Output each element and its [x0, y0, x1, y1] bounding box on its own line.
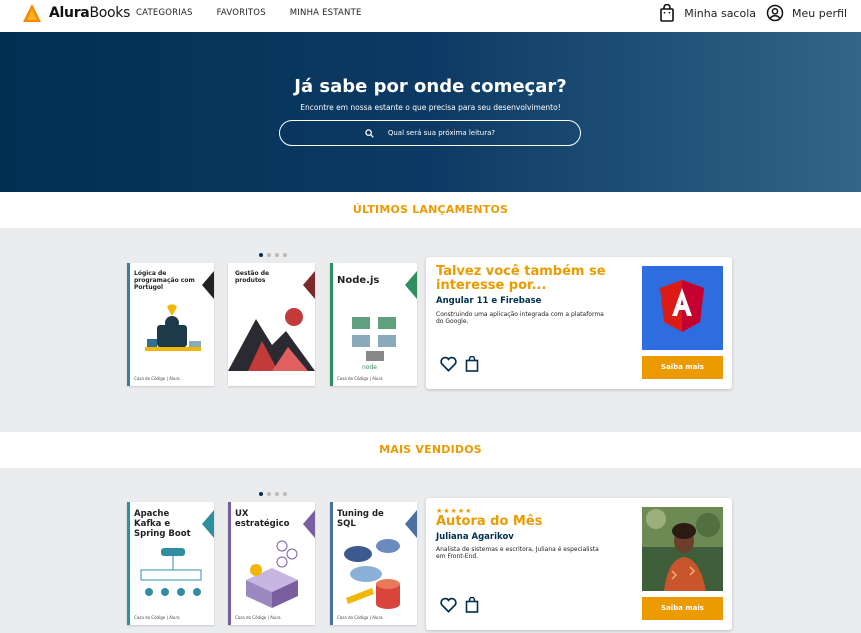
recommendation-card: Talvez você também se interesse por... A…: [426, 257, 732, 389]
heart-icon[interactable]: [440, 356, 457, 372]
main-nav: CATEGORIAS FAVORITOS MINHA ESTANTE: [136, 8, 386, 18]
svg-text:node: node: [362, 364, 377, 371]
book-brand: Casa do Código | Alura: [337, 376, 383, 381]
angular-book-image: [642, 266, 723, 350]
search-icon: [365, 128, 374, 138]
card-author-name: Juliana Agarikov: [436, 532, 514, 542]
card-title: Talvez você também se interesse por...: [436, 264, 606, 293]
book-cover-logica[interactable]: Lógica de programação com Portugol Casa …: [127, 263, 214, 386]
card-book-title: Angular 11 e Firebase: [436, 296, 542, 306]
isometric-illustration-icon: [246, 540, 298, 608]
nav-favoritos[interactable]: FAVORITOS: [217, 8, 266, 18]
carousel-dot[interactable]: [275, 253, 279, 257]
book-spine: [127, 263, 130, 386]
carousel-dot[interactable]: [259, 492, 263, 496]
carousel-dot[interactable]: [283, 253, 287, 257]
section-title-mais-vendidos: MAIS VENDIDOS: [0, 432, 861, 468]
profile-label[interactable]: Meu perfil: [792, 7, 847, 20]
card-title: Autora do Mês: [436, 514, 543, 529]
carousel-dots: [259, 492, 291, 496]
book-title: Node.js: [337, 275, 380, 286]
programmer-illustration-icon: [145, 304, 201, 351]
search-input[interactable]: Qual será sua próxima leitura?: [279, 120, 581, 146]
corner-ribbon-icon: [202, 271, 214, 299]
nav-minha-estante[interactable]: MINHA ESTANTE: [290, 8, 362, 18]
book-brand: Casa do Código | Alura: [337, 615, 383, 620]
section-mais-vendidos: Apache Kafka e Spring Boot Casa do Códig…: [0, 468, 861, 633]
book-cover-gestao[interactable]: Gestão de produtos Casa do Código | Alur…: [228, 263, 315, 386]
carousel-dot[interactable]: [283, 492, 287, 496]
book-title: Apache Kafka e Spring Boot: [134, 509, 191, 539]
saiba-mais-button[interactable]: Saiba mais: [642, 356, 723, 379]
carousel-dot[interactable]: [259, 253, 263, 257]
book-title: UX estratégico: [235, 509, 290, 529]
corner-ribbon-icon: [303, 271, 315, 299]
profile-icon[interactable]: [766, 4, 784, 22]
book-brand: Casa do Código | Alura: [134, 376, 180, 381]
saiba-mais-button[interactable]: Saiba mais: [642, 597, 723, 620]
heart-icon[interactable]: [440, 597, 457, 613]
card-description: Analista de sistemas e escritora, Julian…: [436, 546, 599, 561]
book-cover-kafka[interactable]: Apache Kafka e Spring Boot Casa do Códig…: [127, 502, 214, 625]
carousel-dots: [259, 253, 291, 257]
book-title: Lógica de programação com Portugol: [134, 270, 195, 291]
corner-ribbon-icon: [202, 510, 214, 538]
logo[interactable]: AluraBooks: [22, 3, 130, 23]
book-cover-ux[interactable]: UX estratégico Casa do Código | Alura: [228, 502, 315, 625]
logo-text: AluraBooks: [49, 5, 131, 21]
book-title: Tuning de SQL: [337, 509, 384, 529]
book-brand: Casa do Código | Alura: [134, 615, 180, 620]
header-actions: Minha sacola Meu perfil: [658, 4, 847, 22]
flow-diagram-illustration-icon: [140, 548, 202, 596]
section-lancamentos: Lógica de programação com Portugol Casa …: [0, 228, 861, 432]
hero-banner: Já sabe por onde começar? Encontre em no…: [0, 32, 861, 192]
book-spine: [330, 263, 333, 386]
shopping-bag-icon[interactable]: [658, 4, 676, 22]
author-photo: [642, 507, 723, 591]
database-clouds-illustration-icon: [344, 539, 400, 609]
carousel-dot[interactable]: [275, 492, 279, 496]
hero-title: Já sabe por onde começar?: [294, 76, 567, 97]
book-cover-sql[interactable]: Tuning de SQL Casa do Código | Alura: [330, 502, 417, 625]
servers-illustration-icon: node: [352, 317, 396, 371]
section-title-lancamentos: ÚLTIMOS LANÇAMENTOS: [0, 192, 861, 228]
corner-ribbon-icon: [405, 271, 417, 299]
logo-icon: [23, 4, 41, 22]
carousel-dot[interactable]: [267, 492, 271, 496]
mountain-illustration-icon: [228, 308, 315, 371]
book-cover-nodejs[interactable]: Node.js node Casa do Código | Alura: [330, 263, 417, 386]
book-spine: [228, 502, 231, 625]
card-description: Construindo uma aplicação integrada com …: [436, 311, 604, 326]
shopping-bag-icon[interactable]: [465, 597, 479, 613]
book-title: Gestão de produtos: [235, 270, 270, 284]
author-of-month-card: ★★★★★ Autora do Mês Juliana Agarikov Ana…: [426, 498, 732, 630]
book-brand: Casa do Código | Alura: [235, 376, 281, 381]
book-brand: Casa do Código | Alura: [235, 615, 281, 620]
book-spine: [127, 502, 130, 625]
nav-categorias[interactable]: CATEGORIAS: [136, 8, 193, 18]
book-spine: [330, 502, 333, 625]
shopping-bag-icon[interactable]: [465, 356, 479, 372]
bag-label[interactable]: Minha sacola: [684, 7, 756, 20]
top-header: AluraBooks CATEGORIAS FAVORITOS MINHA ES…: [0, 0, 861, 32]
hero-subtitle: Encontre em nossa estante o que precisa …: [300, 103, 561, 112]
search-placeholder: Qual será sua próxima leitura?: [387, 129, 496, 137]
carousel-dot[interactable]: [267, 253, 271, 257]
